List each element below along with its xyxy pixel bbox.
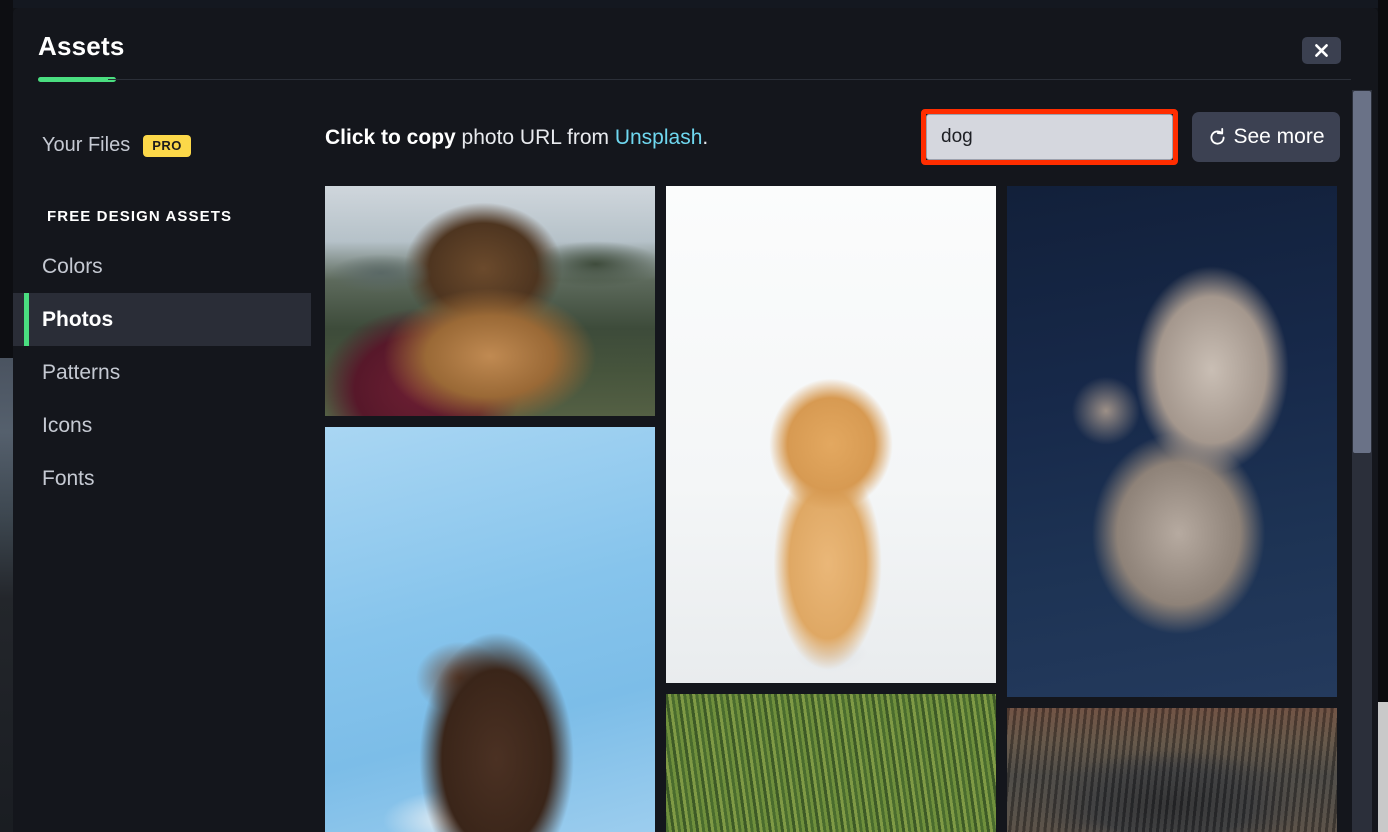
sidebar-item-label: Icons (42, 413, 93, 437)
unsplash-link[interactable]: Unsplash (615, 126, 703, 149)
sidebar-item-icons[interactable]: Icons (13, 399, 311, 452)
photo-grid-column-1 (325, 186, 655, 832)
close-button[interactable] (1302, 37, 1341, 64)
photo-thumbnail-grass (666, 694, 996, 832)
photo-tile[interactable] (1007, 186, 1337, 697)
sidebar-item-label: Patterns (42, 360, 121, 384)
photo-thumbnail-weimaraner (1007, 186, 1337, 697)
photo-tile[interactable] (666, 694, 996, 832)
photo-grid (325, 186, 1349, 832)
vertical-scrollbar-track[interactable] (1352, 90, 1372, 832)
photo-tile[interactable] (666, 186, 996, 683)
photo-tile[interactable] (325, 427, 655, 832)
your-files-label: Your Files (42, 134, 131, 156)
sidebar-item-label: Fonts (42, 466, 95, 490)
see-more-label: See more (1233, 125, 1325, 148)
pro-badge: PRO (143, 134, 191, 157)
photo-tile[interactable] (1007, 708, 1337, 832)
sidebar-section-heading: FREE DESIGN ASSETS (47, 208, 233, 225)
dialog-header: Assets (13, 8, 1378, 90)
sidebar: Your Files PRO FREE DESIGN ASSETS Colors… (13, 90, 311, 832)
copy-hint-period: . (702, 126, 709, 149)
photo-thumbnail-knit-sweaters (1007, 708, 1337, 832)
page-title: Assets (38, 31, 125, 61)
content-toolbar: Click to copy photo URL from Unsplash. S… (311, 90, 1378, 186)
sidebar-item-photos[interactable]: Photos (13, 293, 311, 346)
search-input[interactable] (926, 114, 1173, 160)
photo-thumbnail-man-dog (325, 186, 655, 416)
sidebar-nav-list: Colors Photos Patterns Icons Fonts (13, 240, 311, 505)
sidebar-item-colors[interactable]: Colors (13, 240, 311, 293)
backdrop-left-edge (0, 0, 13, 832)
search-field-highlight (921, 109, 1178, 165)
photo-thumbnail-chocolate-lab (325, 427, 655, 832)
copy-hint-strong: Click to copy (325, 126, 456, 149)
sidebar-item-your-files[interactable]: Your Files PRO (42, 134, 191, 157)
sidebar-item-patterns[interactable]: Patterns (13, 346, 311, 399)
copy-hint-text: Click to copy photo URL from Unsplash. (325, 126, 708, 150)
header-divider (108, 79, 1351, 80)
photo-grid-column-3 (1007, 186, 1337, 832)
dialog-body: Your Files PRO FREE DESIGN ASSETS Colors… (13, 90, 1378, 832)
sidebar-item-label: Colors (42, 254, 103, 278)
see-more-button[interactable]: See more (1192, 112, 1340, 162)
sidebar-item-label: Photos (42, 307, 114, 331)
refresh-icon (1210, 127, 1226, 145)
close-icon (1315, 44, 1328, 57)
title-underline-accent (38, 77, 116, 82)
sidebar-item-fonts[interactable]: Fonts (13, 452, 311, 505)
vertical-scrollbar-thumb[interactable] (1353, 91, 1371, 453)
content-pane: Click to copy photo URL from Unsplash. S… (311, 90, 1378, 832)
photo-thumbnail-golden-retriever (666, 186, 996, 683)
copy-hint-middle: photo URL from (455, 126, 615, 149)
photo-tile[interactable] (325, 186, 655, 416)
backdrop-bottom-right-edge (1378, 702, 1388, 832)
backdrop-top-edge (0, 0, 1388, 8)
assets-dialog: Assets Your Files PRO FREE DESIGN ASSETS… (13, 8, 1378, 832)
photo-grid-column-2 (666, 186, 996, 832)
